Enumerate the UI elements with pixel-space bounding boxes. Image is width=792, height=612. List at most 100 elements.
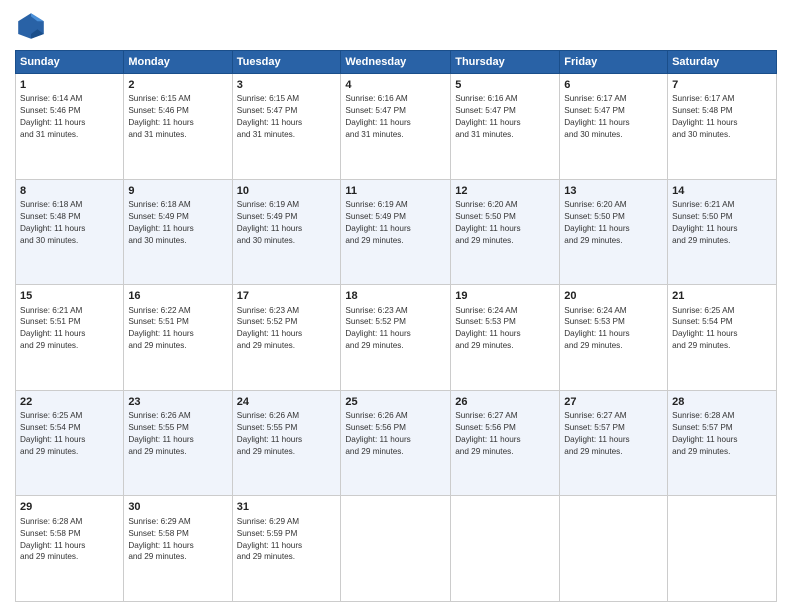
day-number: 23 bbox=[128, 395, 227, 410]
page: SundayMondayTuesdayWednesdayThursdayFrid… bbox=[0, 0, 792, 612]
calendar-cell: 22Sunrise: 6:25 AMSunset: 5:54 PMDayligh… bbox=[16, 390, 124, 496]
day-info: Sunrise: 6:18 AMSunset: 5:48 PMDaylight:… bbox=[20, 199, 119, 247]
day-info: Sunrise: 6:18 AMSunset: 5:49 PMDaylight:… bbox=[128, 199, 227, 247]
day-number: 21 bbox=[672, 289, 772, 304]
day-info: Sunrise: 6:20 AMSunset: 5:50 PMDaylight:… bbox=[455, 199, 555, 247]
day-number: 24 bbox=[237, 395, 337, 410]
day-number: 26 bbox=[455, 395, 555, 410]
calendar-table: SundayMondayTuesdayWednesdayThursdayFrid… bbox=[15, 50, 777, 602]
weekday-header-row: SundayMondayTuesdayWednesdayThursdayFrid… bbox=[16, 51, 777, 74]
day-number: 5 bbox=[455, 78, 555, 93]
day-info: Sunrise: 6:23 AMSunset: 5:52 PMDaylight:… bbox=[237, 305, 337, 353]
day-info: Sunrise: 6:25 AMSunset: 5:54 PMDaylight:… bbox=[20, 410, 119, 458]
calendar-week-row: 15Sunrise: 6:21 AMSunset: 5:51 PMDayligh… bbox=[16, 285, 777, 391]
day-number: 2 bbox=[128, 78, 227, 93]
day-info: Sunrise: 6:14 AMSunset: 5:46 PMDaylight:… bbox=[20, 93, 119, 141]
day-number: 28 bbox=[672, 395, 772, 410]
calendar-cell: 20Sunrise: 6:24 AMSunset: 5:53 PMDayligh… bbox=[560, 285, 668, 391]
day-number: 8 bbox=[20, 184, 119, 199]
calendar-cell: 16Sunrise: 6:22 AMSunset: 5:51 PMDayligh… bbox=[124, 285, 232, 391]
calendar-cell bbox=[341, 496, 451, 602]
calendar-cell: 13Sunrise: 6:20 AMSunset: 5:50 PMDayligh… bbox=[560, 179, 668, 285]
calendar-cell: 9Sunrise: 6:18 AMSunset: 5:49 PMDaylight… bbox=[124, 179, 232, 285]
calendar-cell: 10Sunrise: 6:19 AMSunset: 5:49 PMDayligh… bbox=[232, 179, 341, 285]
calendar-cell: 18Sunrise: 6:23 AMSunset: 5:52 PMDayligh… bbox=[341, 285, 451, 391]
day-number: 13 bbox=[564, 184, 663, 199]
calendar-cell: 21Sunrise: 6:25 AMSunset: 5:54 PMDayligh… bbox=[668, 285, 777, 391]
calendar-week-row: 1Sunrise: 6:14 AMSunset: 5:46 PMDaylight… bbox=[16, 74, 777, 180]
calendar-cell: 29Sunrise: 6:28 AMSunset: 5:58 PMDayligh… bbox=[16, 496, 124, 602]
day-info: Sunrise: 6:16 AMSunset: 5:47 PMDaylight:… bbox=[345, 93, 446, 141]
day-info: Sunrise: 6:20 AMSunset: 5:50 PMDaylight:… bbox=[564, 199, 663, 247]
day-number: 31 bbox=[237, 500, 337, 515]
calendar-cell: 28Sunrise: 6:28 AMSunset: 5:57 PMDayligh… bbox=[668, 390, 777, 496]
day-info: Sunrise: 6:28 AMSunset: 5:58 PMDaylight:… bbox=[20, 516, 119, 564]
day-number: 16 bbox=[128, 289, 227, 304]
calendar-cell: 5Sunrise: 6:16 AMSunset: 5:47 PMDaylight… bbox=[451, 74, 560, 180]
day-info: Sunrise: 6:21 AMSunset: 5:50 PMDaylight:… bbox=[672, 199, 772, 247]
calendar-cell: 12Sunrise: 6:20 AMSunset: 5:50 PMDayligh… bbox=[451, 179, 560, 285]
logo-icon bbox=[15, 10, 47, 42]
day-info: Sunrise: 6:25 AMSunset: 5:54 PMDaylight:… bbox=[672, 305, 772, 353]
weekday-header-wednesday: Wednesday bbox=[341, 51, 451, 74]
day-info: Sunrise: 6:23 AMSunset: 5:52 PMDaylight:… bbox=[345, 305, 446, 353]
day-number: 4 bbox=[345, 78, 446, 93]
calendar-cell: 11Sunrise: 6:19 AMSunset: 5:49 PMDayligh… bbox=[341, 179, 451, 285]
calendar-cell: 27Sunrise: 6:27 AMSunset: 5:57 PMDayligh… bbox=[560, 390, 668, 496]
day-number: 27 bbox=[564, 395, 663, 410]
day-info: Sunrise: 6:24 AMSunset: 5:53 PMDaylight:… bbox=[564, 305, 663, 353]
calendar-cell bbox=[668, 496, 777, 602]
calendar-cell: 23Sunrise: 6:26 AMSunset: 5:55 PMDayligh… bbox=[124, 390, 232, 496]
day-number: 3 bbox=[237, 78, 337, 93]
day-number: 17 bbox=[237, 289, 337, 304]
day-number: 15 bbox=[20, 289, 119, 304]
day-number: 29 bbox=[20, 500, 119, 515]
calendar-cell: 17Sunrise: 6:23 AMSunset: 5:52 PMDayligh… bbox=[232, 285, 341, 391]
day-number: 6 bbox=[564, 78, 663, 93]
day-number: 1 bbox=[20, 78, 119, 93]
day-number: 10 bbox=[237, 184, 337, 199]
day-info: Sunrise: 6:19 AMSunset: 5:49 PMDaylight:… bbox=[345, 199, 446, 247]
day-info: Sunrise: 6:15 AMSunset: 5:46 PMDaylight:… bbox=[128, 93, 227, 141]
day-info: Sunrise: 6:26 AMSunset: 5:56 PMDaylight:… bbox=[345, 410, 446, 458]
weekday-header-sunday: Sunday bbox=[16, 51, 124, 74]
day-number: 11 bbox=[345, 184, 446, 199]
calendar-week-row: 8Sunrise: 6:18 AMSunset: 5:48 PMDaylight… bbox=[16, 179, 777, 285]
day-number: 19 bbox=[455, 289, 555, 304]
day-number: 22 bbox=[20, 395, 119, 410]
day-info: Sunrise: 6:22 AMSunset: 5:51 PMDaylight:… bbox=[128, 305, 227, 353]
weekday-header-monday: Monday bbox=[124, 51, 232, 74]
day-info: Sunrise: 6:26 AMSunset: 5:55 PMDaylight:… bbox=[128, 410, 227, 458]
day-number: 20 bbox=[564, 289, 663, 304]
header bbox=[15, 10, 777, 42]
day-info: Sunrise: 6:16 AMSunset: 5:47 PMDaylight:… bbox=[455, 93, 555, 141]
calendar-week-row: 29Sunrise: 6:28 AMSunset: 5:58 PMDayligh… bbox=[16, 496, 777, 602]
day-info: Sunrise: 6:21 AMSunset: 5:51 PMDaylight:… bbox=[20, 305, 119, 353]
weekday-header-thursday: Thursday bbox=[451, 51, 560, 74]
weekday-header-tuesday: Tuesday bbox=[232, 51, 341, 74]
weekday-header-friday: Friday bbox=[560, 51, 668, 74]
day-info: Sunrise: 6:28 AMSunset: 5:57 PMDaylight:… bbox=[672, 410, 772, 458]
calendar-cell: 2Sunrise: 6:15 AMSunset: 5:46 PMDaylight… bbox=[124, 74, 232, 180]
day-number: 12 bbox=[455, 184, 555, 199]
day-number: 18 bbox=[345, 289, 446, 304]
calendar-cell: 15Sunrise: 6:21 AMSunset: 5:51 PMDayligh… bbox=[16, 285, 124, 391]
calendar-cell: 26Sunrise: 6:27 AMSunset: 5:56 PMDayligh… bbox=[451, 390, 560, 496]
calendar-cell: 19Sunrise: 6:24 AMSunset: 5:53 PMDayligh… bbox=[451, 285, 560, 391]
day-info: Sunrise: 6:29 AMSunset: 5:59 PMDaylight:… bbox=[237, 516, 337, 564]
day-info: Sunrise: 6:17 AMSunset: 5:48 PMDaylight:… bbox=[672, 93, 772, 141]
calendar-cell: 24Sunrise: 6:26 AMSunset: 5:55 PMDayligh… bbox=[232, 390, 341, 496]
calendar-cell: 4Sunrise: 6:16 AMSunset: 5:47 PMDaylight… bbox=[341, 74, 451, 180]
day-info: Sunrise: 6:29 AMSunset: 5:58 PMDaylight:… bbox=[128, 516, 227, 564]
logo bbox=[15, 10, 51, 42]
calendar-cell: 14Sunrise: 6:21 AMSunset: 5:50 PMDayligh… bbox=[668, 179, 777, 285]
day-info: Sunrise: 6:27 AMSunset: 5:57 PMDaylight:… bbox=[564, 410, 663, 458]
calendar-week-row: 22Sunrise: 6:25 AMSunset: 5:54 PMDayligh… bbox=[16, 390, 777, 496]
calendar-cell: 3Sunrise: 6:15 AMSunset: 5:47 PMDaylight… bbox=[232, 74, 341, 180]
day-info: Sunrise: 6:24 AMSunset: 5:53 PMDaylight:… bbox=[455, 305, 555, 353]
day-number: 14 bbox=[672, 184, 772, 199]
day-number: 25 bbox=[345, 395, 446, 410]
weekday-header-saturday: Saturday bbox=[668, 51, 777, 74]
calendar-body: 1Sunrise: 6:14 AMSunset: 5:46 PMDaylight… bbox=[16, 74, 777, 602]
day-number: 9 bbox=[128, 184, 227, 199]
